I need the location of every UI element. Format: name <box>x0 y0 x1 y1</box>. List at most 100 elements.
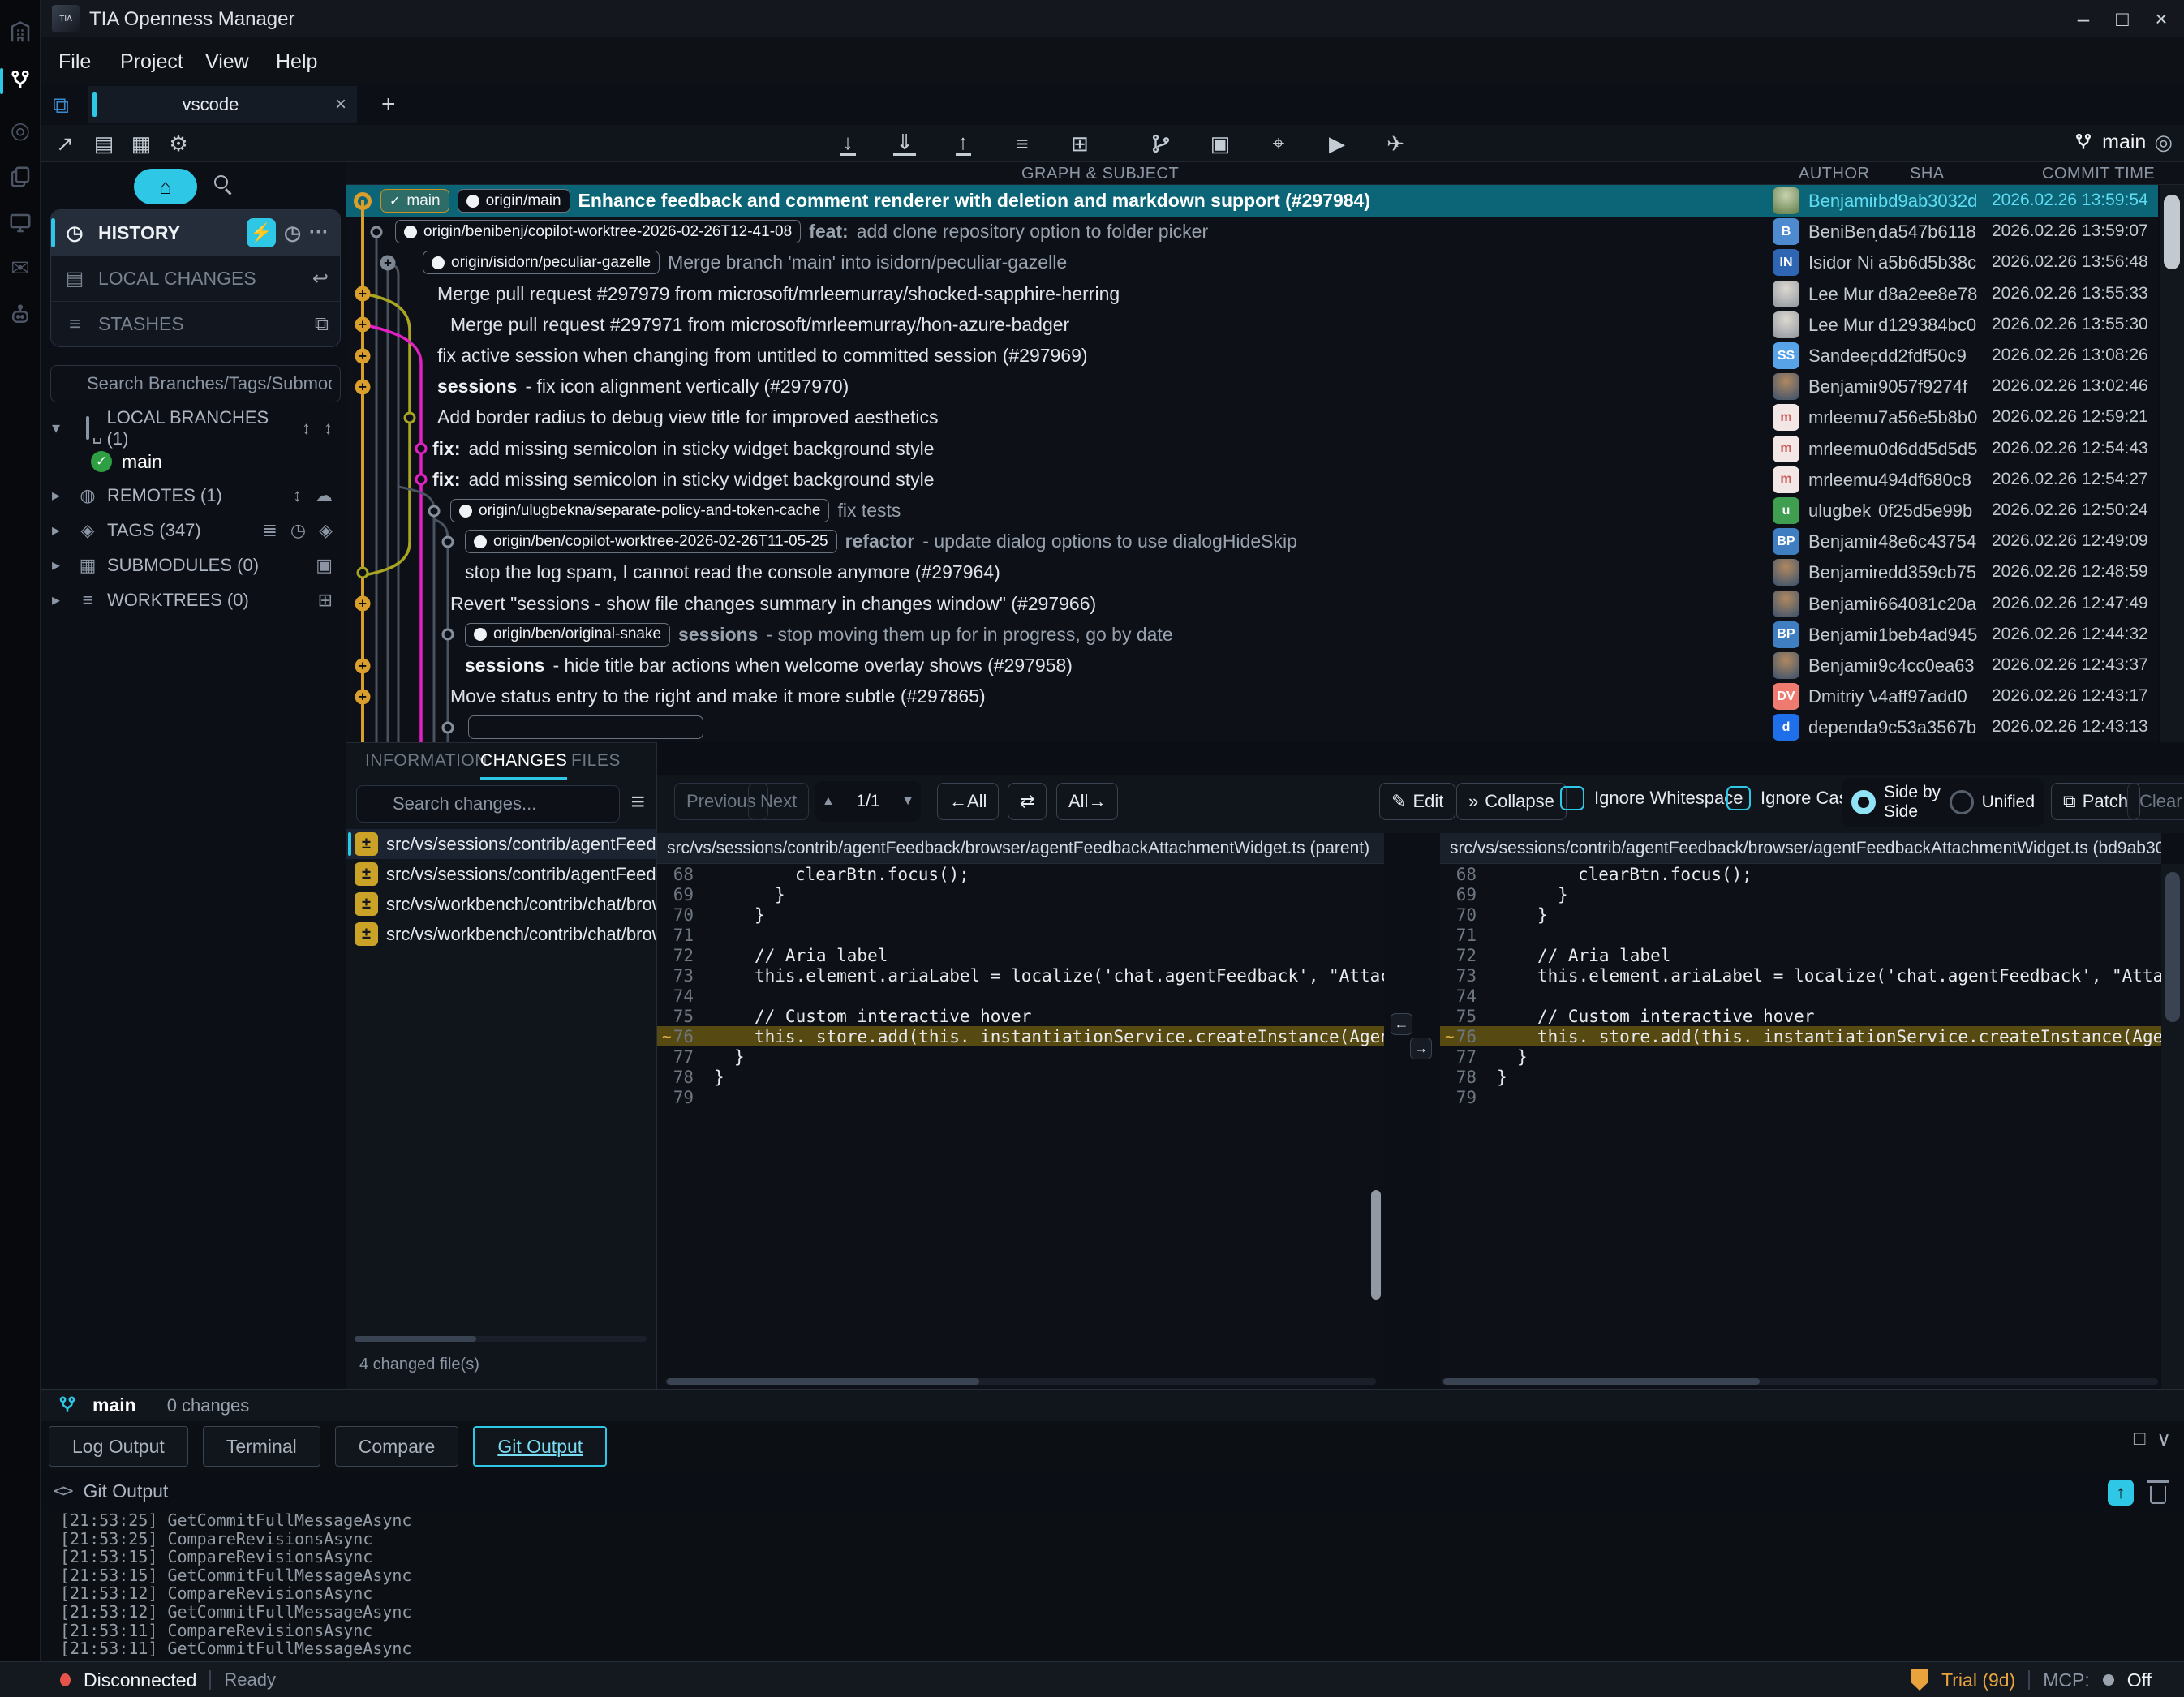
all-left-button[interactable]: ←All <box>937 783 999 820</box>
target-icon[interactable]: ◎ <box>0 112 41 148</box>
maximize-button[interactable]: □ <box>2103 3 2142 34</box>
ignore-case-checkbox[interactable] <box>1726 786 1751 810</box>
changed-file-row[interactable]: ±src/vs/workbench/contrib/chat/brow <box>346 919 656 949</box>
tab-information[interactable]: INFORMATION <box>365 751 488 771</box>
close-button[interactable]: × <box>2142 3 2181 34</box>
changes-hscroll-thumb[interactable] <box>355 1336 476 1342</box>
remote-branch-badge[interactable]: origin/ben/original-snake <box>465 623 670 647</box>
scroll-top-button[interactable]: ↑ <box>2108 1480 2134 1506</box>
side-by-side-radio[interactable] <box>1851 790 1876 814</box>
settings-gear-icon[interactable]: ⚙ <box>162 128 195 159</box>
commit-row[interactable]: +origin/isidorn/peculiar-gazelleMerge br… <box>346 247 2158 278</box>
clock-icon[interactable]: ◷ <box>290 520 306 541</box>
changes-hscrollbar[interactable] <box>355 1336 647 1342</box>
more-icon[interactable]: ··· <box>309 221 329 244</box>
collapse-button[interactable]: »Collapse <box>1456 783 1567 820</box>
remote-branch-badge[interactable] <box>468 715 703 739</box>
diff-scrollbar-thumb[interactable] <box>2165 872 2180 1022</box>
counter-up-icon[interactable]: ▲ <box>822 794 835 809</box>
copy-change-left-button[interactable]: ← <box>1391 1013 1412 1035</box>
commit-row[interactable]: ✓mainorigin/mainEnhance feedback and com… <box>346 185 2158 217</box>
pop-stash-icon[interactable]: ⧉ <box>315 313 329 336</box>
diff-right-code[interactable]: 68clearBtn.focus();69}70}7172// Aria lab… <box>1440 853 2161 1107</box>
commit-row[interactable]: Add border radius to debug view title fo… <box>346 402 2158 433</box>
ignore-case-option[interactable]: Ignore Case <box>1726 786 1858 810</box>
fetch-icon[interactable]: ↓ <box>832 128 864 159</box>
bottom-tab-log-output[interactable]: Log Output <box>49 1426 188 1467</box>
tab-changes[interactable]: CHANGES <box>480 751 567 780</box>
ignore-whitespace-checkbox[interactable] <box>1560 786 1584 810</box>
remote-branch-badge[interactable]: origin/main <box>458 189 570 213</box>
commit-row[interactable]: fix: add missing semicolon in sticky wid… <box>346 464 2158 496</box>
commit-row[interactable]: +sessions - fix icon alignment verticall… <box>346 371 2158 402</box>
changed-file-row[interactable]: ±src/vs/workbench/contrib/chat/brow <box>346 889 656 919</box>
menu-file[interactable]: File <box>52 49 97 75</box>
undo-icon[interactable]: ↩ <box>312 267 329 290</box>
branch-compare-icon[interactable] <box>1145 128 1177 159</box>
commit-row[interactable]: origin/benibenj/copilot-worktree-2026-02… <box>346 216 2158 247</box>
expand-caret-icon[interactable]: ▸ <box>52 520 68 540</box>
bottom-tab-git-output[interactable]: Git Output <box>473 1426 607 1467</box>
play-icon[interactable]: ▶ <box>1321 128 1353 159</box>
commit-row[interactable]: ddependa9c53a3567b2026.02.26 12:43:13 <box>346 711 2158 742</box>
left-pane-hscroll-thumb[interactable] <box>667 1378 979 1385</box>
tab-close-icon[interactable]: × <box>325 93 357 116</box>
commit-row[interactable]: origin/ben/original-snakesessions - stop… <box>346 619 2158 651</box>
current-branch-indicator[interactable]: main ◎ <box>2073 130 2173 155</box>
sidebar-home-button[interactable]: ⌂ <box>134 169 197 204</box>
branch-item-main[interactable]: ✓main <box>45 445 342 478</box>
sidebar-item-stashes[interactable]: ≡ STASHES ⧉ <box>51 301 340 346</box>
left-pane-hscrollbar[interactable] <box>665 1378 1376 1385</box>
edit-button[interactable]: ✎Edit <box>1379 783 1455 820</box>
left-pane-vscroll-thumb[interactable] <box>1371 1190 1381 1300</box>
tag-icon[interactable]: ◈ <box>319 520 333 541</box>
mail-icon[interactable]: ✉ <box>0 250 41 286</box>
tree-item-remotes[interactable]: ▸◍REMOTES (1)↕☁ <box>45 478 342 513</box>
commit-scrollbar-thumb[interactable] <box>2164 195 2180 269</box>
patch-file-icon[interactable]: ⊞ <box>1064 128 1096 159</box>
remote-branch-badge[interactable]: origin/isidorn/peculiar-gazelle <box>423 251 660 274</box>
expand-caret-icon[interactable]: ▾ <box>52 418 68 438</box>
branch-icon[interactable]: ↕ <box>324 418 333 439</box>
all-right-button[interactable]: All→ <box>1056 783 1118 820</box>
changed-file-row[interactable]: ±src/vs/sessions/contrib/agentFeedba <box>346 859 656 889</box>
push-icon[interactable]: ↑ <box>947 128 979 159</box>
remote-branch-badge[interactable]: origin/ulugbekna/separate-policy-and-tok… <box>450 499 829 522</box>
branch-search-input[interactable] <box>50 365 341 402</box>
panel-collapse-icon[interactable]: ∨ <box>2156 1428 2171 1451</box>
bottom-tab-compare[interactable]: Compare <box>335 1426 459 1467</box>
right-pane-hscroll-thumb[interactable] <box>1443 1378 1760 1385</box>
pull-icon[interactable]: ⇓ <box>888 128 921 159</box>
tree-item-worktrees[interactable]: ▸≡WORKTREES (0)⊞ <box>45 582 342 617</box>
robot-icon[interactable] <box>0 297 41 333</box>
folder_add-icon[interactable]: ⊞ <box>318 590 333 611</box>
commit-row[interactable]: stop the log spam, I cannot read the con… <box>346 556 2158 588</box>
rocket-icon[interactable]: ✈ <box>1379 128 1412 159</box>
repo-branch-name[interactable]: main <box>92 1394 136 1416</box>
menu-help[interactable]: Help <box>269 49 324 75</box>
diff-left-code[interactable]: 68clearBtn.focus();69}70}7172// Aria lab… <box>657 853 1384 1107</box>
menu-view[interactable]: View <box>199 49 256 75</box>
panel-maximize-icon[interactable]: □ <box>2134 1428 2146 1451</box>
tree-item-tags[interactable]: ▸◈TAGS (347)≣◷◈ <box>45 513 342 548</box>
sidebar-search-icon[interactable] <box>214 175 228 193</box>
tree-item-local-branches[interactable]: ▾LOCAL BRANCHES (1)↕↕ <box>45 410 342 445</box>
stopwatch-icon[interactable]: ◷ <box>284 221 301 245</box>
scan-icon[interactable]: ⌖ <box>1262 128 1295 159</box>
highlight-icon[interactable]: ⚡ <box>247 218 276 247</box>
stash-icon[interactable]: ≡ <box>1006 128 1038 159</box>
unified-radio[interactable] <box>1950 790 1974 814</box>
clear-button[interactable]: Clear <box>2127 783 2184 820</box>
package-icon[interactable]: ▣ <box>1204 128 1236 159</box>
expand-caret-icon[interactable]: ▸ <box>52 555 68 575</box>
copy-change-right-button[interactable]: → <box>1410 1038 1432 1059</box>
cube-icon[interactable]: ▣ <box>316 555 333 576</box>
counter-down-icon[interactable]: ▼ <box>901 794 914 809</box>
commit-row[interactable]: +Move status entry to the right and make… <box>346 681 2158 712</box>
menu-project[interactable]: Project <box>114 49 190 75</box>
tab-files[interactable]: FILES <box>571 751 621 771</box>
monitor-icon[interactable] <box>0 205 41 241</box>
clear-log-icon[interactable] <box>2150 1486 2166 1504</box>
commit-row[interactable]: +Merge pull request #297971 from microso… <box>346 309 2158 341</box>
sort-icon[interactable]: ↕ <box>302 418 311 439</box>
